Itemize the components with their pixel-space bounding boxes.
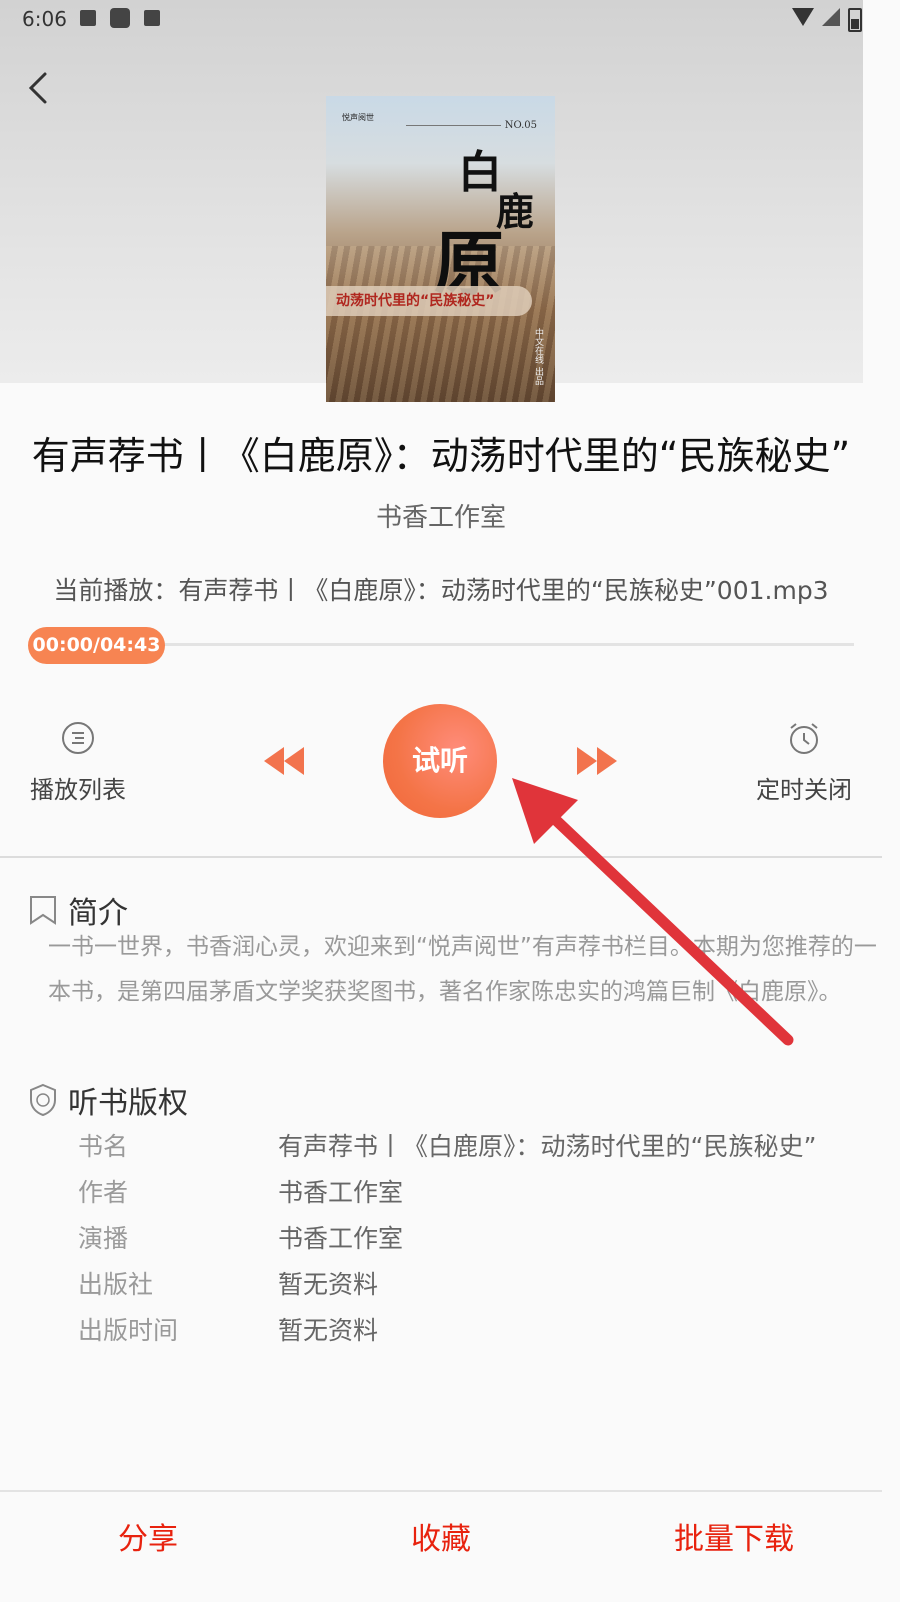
book-author: 书香工作室: [375, 503, 506, 533]
now-playing: 当前播放：有声荐书丨《白鹿原》：动荡时代里的“民族秘史”001.mp3: [53, 576, 829, 605]
rights-row: 书名 有声荐书丨《白鹿原》：动荡时代里的“民族秘史”: [78, 1130, 878, 1176]
rights-value: 书香工作室: [278, 1224, 404, 1253]
rewind-icon[interactable]: [260, 744, 308, 778]
system-icons: [792, 8, 862, 32]
playlist-button[interactable]: 播放列表: [28, 720, 128, 805]
cover-number: NO.05: [504, 120, 537, 131]
alarm-clock-icon: [790, 723, 818, 754]
rights-row: 出版时间 暂无资料: [78, 1314, 878, 1360]
rights-row: 作者 书香工作室: [78, 1176, 878, 1222]
cover-publisher: 中文在线 出品: [533, 328, 543, 385]
rights-key: 出版社: [78, 1270, 154, 1299]
signal-icon: [822, 8, 840, 26]
fast-forward-icon[interactable]: [573, 744, 621, 778]
rights-key: 演播: [78, 1224, 129, 1253]
rights-value: 暂无资料: [278, 1316, 379, 1345]
rights-key: 作者: [78, 1178, 129, 1207]
sleep-timer-button[interactable]: 定时关闭: [754, 720, 854, 805]
playlist-label: 播放列表: [30, 776, 126, 804]
notification-icons: [80, 8, 160, 28]
cover-subtitle: 动荡时代里的“民族秘史”: [326, 286, 532, 316]
cover-rule: [406, 125, 501, 126]
intro-text: 一书一世界，书香润心灵，欢迎来到“悦声阅世”有声荐书栏目。本期为您推荐的一本书，…: [48, 934, 877, 1005]
chevron-left-icon: [28, 72, 47, 104]
book-cover: 悦声阅世 NO.05 白 鹿 原 动荡时代里的“民族秘史” 中文在线 出品: [326, 96, 555, 402]
edge-strip: [863, 0, 900, 1600]
status-bar: 6:06: [0, 0, 863, 36]
rights-value: 暂无资料: [278, 1270, 379, 1299]
rights-value: 有声荐书丨《白鹿原》：动荡时代里的“民族秘史”: [278, 1132, 817, 1161]
copyright-shield-icon: [30, 1083, 56, 1117]
list-icon: [62, 722, 94, 754]
image-icon: [80, 10, 96, 26]
book-title: 有声荐书丨《白鹿原》：动荡时代里的“民族秘史”: [31, 434, 851, 478]
rights-key: 书名: [78, 1132, 129, 1161]
progress-time-badge[interactable]: 00:00/04:43: [28, 627, 165, 664]
bottom-action-bar: 分享 收藏 批量下载: [0, 1490, 882, 1602]
timer-label: 定时关闭: [756, 776, 852, 804]
text-icon: [144, 10, 160, 26]
favorite-button[interactable]: 收藏: [411, 1514, 471, 1558]
wifi-icon: [792, 8, 814, 26]
rights-row: 演播 书香工作室: [78, 1222, 878, 1268]
cover-brand: 悦声阅世: [342, 113, 374, 122]
annotation-arrow: [512, 778, 794, 1046]
rights-heading-label: 听书版权: [68, 1086, 188, 1121]
status-time: 6:06: [22, 7, 67, 31]
rights-table: 书名 有声荐书丨《白鹿原》：动荡时代里的“民族秘史” 作者 书香工作室 演播 书…: [78, 1130, 878, 1360]
rights-row: 出版社 暂无资料: [78, 1268, 878, 1314]
back-button[interactable]: [25, 70, 55, 106]
battery-icon: [848, 8, 862, 32]
app-icon: [110, 8, 130, 28]
section-divider: [0, 856, 882, 858]
rights-key: 出版时间: [78, 1316, 179, 1345]
batch-download-button[interactable]: 批量下载: [674, 1514, 794, 1558]
play-trial-button[interactable]: 试听: [383, 704, 497, 818]
rights-heading: 听书版权: [28, 1078, 188, 1122]
bookmark-icon: [30, 896, 56, 925]
share-button[interactable]: 分享: [118, 1514, 178, 1558]
rights-value: 书香工作室: [278, 1178, 404, 1207]
